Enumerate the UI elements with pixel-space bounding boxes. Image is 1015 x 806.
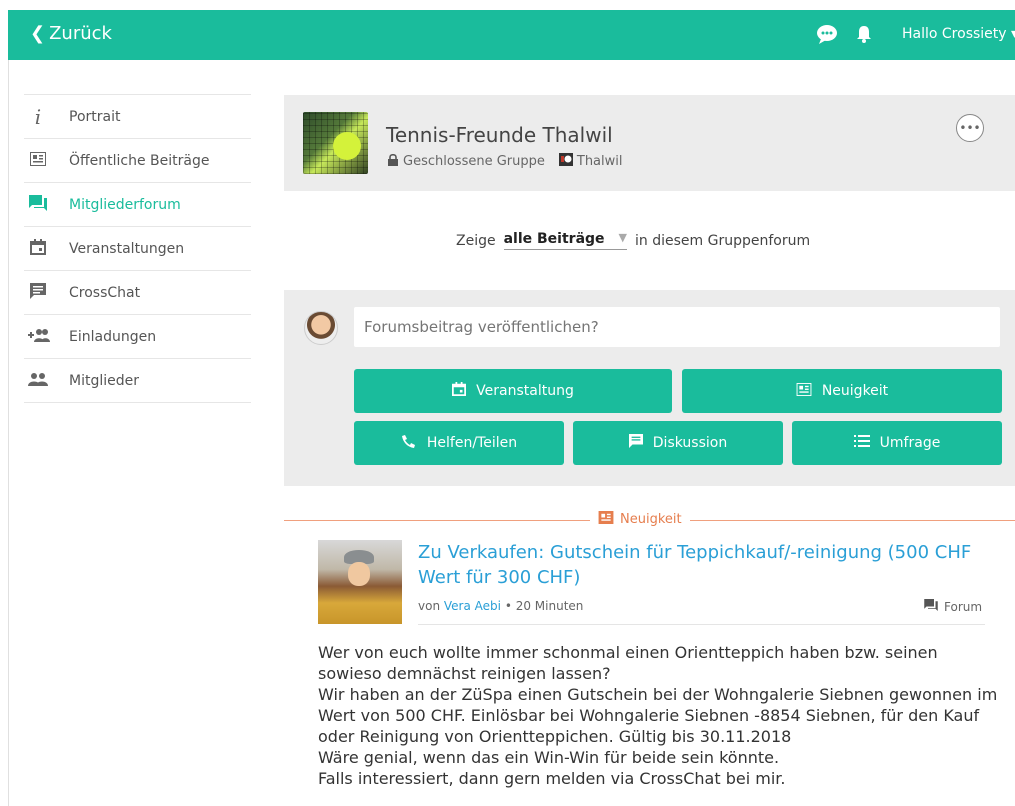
add-people-icon (28, 328, 50, 346)
button-label: Diskussion (652, 435, 728, 451)
people-icon (28, 372, 48, 390)
forum-icon (924, 599, 938, 614)
sidebar-item-label: Öffentliche Beiträge (69, 152, 210, 169)
create-help-share-button[interactable]: Helfen/Teilen (354, 421, 564, 465)
post-paragraph: Wir haben an der ZüSpa einen Gutschein b… (318, 685, 998, 746)
sidebar-item-label: Mitgliederforum (69, 196, 181, 213)
sidebar-item-label: Mitglieder (69, 372, 139, 389)
sidebar-item-portrait[interactable]: i Portrait (24, 94, 251, 138)
filter-select[interactable]: alle Beiträge ▼ (503, 231, 628, 250)
post-forum-tag: Forum (924, 599, 982, 614)
calendar-icon (28, 238, 48, 259)
newspaper-icon (598, 511, 614, 528)
group-header: Tennis-Freunde Thalwil Geschlossene Grup… (284, 95, 1015, 191)
left-border-line (8, 60, 9, 806)
sidebar-item-label: Einladungen (69, 328, 157, 345)
chevron-left-icon: ❮ (30, 23, 46, 44)
post-time: • 20 Minuten (504, 599, 584, 613)
forum-icon (28, 194, 48, 215)
post-body: Wer von euch wollte immer schonmal einen… (318, 642, 998, 789)
button-label: Umfrage (879, 435, 941, 451)
phone-handshake-icon (401, 434, 417, 452)
button-label: Neuigkeit (821, 383, 889, 399)
post-title-link[interactable]: Zu Verkaufen: Gutschein für Teppichkauf/… (418, 540, 998, 590)
sidebar-item-events[interactable]: Veranstaltungen (24, 226, 251, 270)
more-options-button[interactable]: ••• (956, 114, 984, 142)
create-event-button[interactable]: Veranstaltung (354, 369, 672, 413)
post-paragraph: Wer von euch wollte immer schonmal einen… (318, 643, 938, 683)
sidebar-item-label: Veranstaltungen (69, 240, 185, 257)
sidebar-item-label: CrossChat (69, 284, 141, 301)
top-bar: ❮ Zurück Hallo Crossiety ▾ (8, 10, 1015, 60)
user-menu[interactable]: Hallo Crossiety ▾ (902, 26, 1015, 42)
filter-suffix: in diesem Gruppenforum (635, 232, 811, 249)
post-by: von (418, 599, 441, 613)
group-privacy: Geschlossene Gruppe (403, 154, 545, 169)
chat-bubble-icon[interactable] (816, 24, 838, 48)
group-meta: Geschlossene Gruppe Thalwil (388, 153, 623, 170)
author-link[interactable]: Vera Aebi (444, 599, 501, 613)
back-label: Zurück (49, 23, 112, 44)
button-label: Helfen/Teilen (426, 435, 518, 451)
button-label: Veranstaltung (476, 383, 574, 399)
post-paragraph: Falls interessiert, dann gern melden via… (318, 769, 786, 788)
filter-selected: alle Beiträge (503, 231, 605, 247)
post-meta: von Vera Aebi • 20 Minuten (418, 599, 583, 613)
forum-label: Forum (944, 599, 983, 614)
sidebar-item-member-forum[interactable]: Mitgliederforum (24, 182, 251, 226)
user-avatar (304, 311, 338, 345)
create-discussion-button[interactable]: Diskussion (573, 421, 783, 465)
author-avatar[interactable] (318, 540, 402, 624)
info-icon: i (34, 104, 42, 129)
post-paragraph: Wäre genial, wenn das ein Win-Win für be… (318, 748, 780, 767)
newspaper-icon (796, 382, 812, 400)
create-poll-button[interactable]: Umfrage (792, 421, 1002, 465)
create-news-button[interactable]: Neuigkeit (682, 369, 1002, 413)
meta-divider (418, 624, 985, 625)
forum-filter: Zeige alle Beiträge ▼ in diesem Gruppenf… (456, 231, 810, 250)
calendar-icon (452, 382, 467, 400)
group-name: Tennis-Freunde Thalwil (386, 123, 613, 147)
lock-icon (388, 153, 398, 170)
chat-icon (28, 282, 48, 303)
back-button[interactable]: ❮ Zurück (30, 23, 112, 44)
sidebar-item-crosschat[interactable]: CrossChat (24, 270, 251, 314)
newspaper-icon (28, 151, 48, 170)
greeting-text: Hallo Crossiety (902, 26, 1007, 42)
sidebar: i Portrait Öffentliche Beiträge Mitglied… (24, 94, 251, 403)
post-type-label: Neuigkeit (590, 511, 690, 528)
group-avatar (303, 112, 368, 174)
bell-icon[interactable] (856, 24, 872, 48)
chat-icon (628, 434, 643, 452)
sidebar-item-invitations[interactable]: Einladungen (24, 314, 251, 358)
post-type-text: Neuigkeit (620, 512, 682, 527)
post-input[interactable] (354, 307, 1000, 347)
sidebar-item-public-posts[interactable]: Öffentliche Beiträge (24, 138, 251, 182)
caret-down-icon: ▼ (618, 231, 628, 244)
municipality-crest-icon (558, 153, 573, 170)
caret-down-icon: ▾ (1011, 26, 1015, 42)
filter-prefix: Zeige (456, 232, 496, 249)
ellipsis-icon: ••• (959, 121, 981, 135)
list-icon (853, 435, 870, 451)
sidebar-item-label: Portrait (69, 108, 121, 125)
post-composer: Veranstaltung Neuigkeit Helfen/Teilen Di… (284, 290, 1015, 486)
group-location: Thalwil (576, 154, 623, 169)
sidebar-item-members[interactable]: Mitglieder (24, 358, 251, 403)
